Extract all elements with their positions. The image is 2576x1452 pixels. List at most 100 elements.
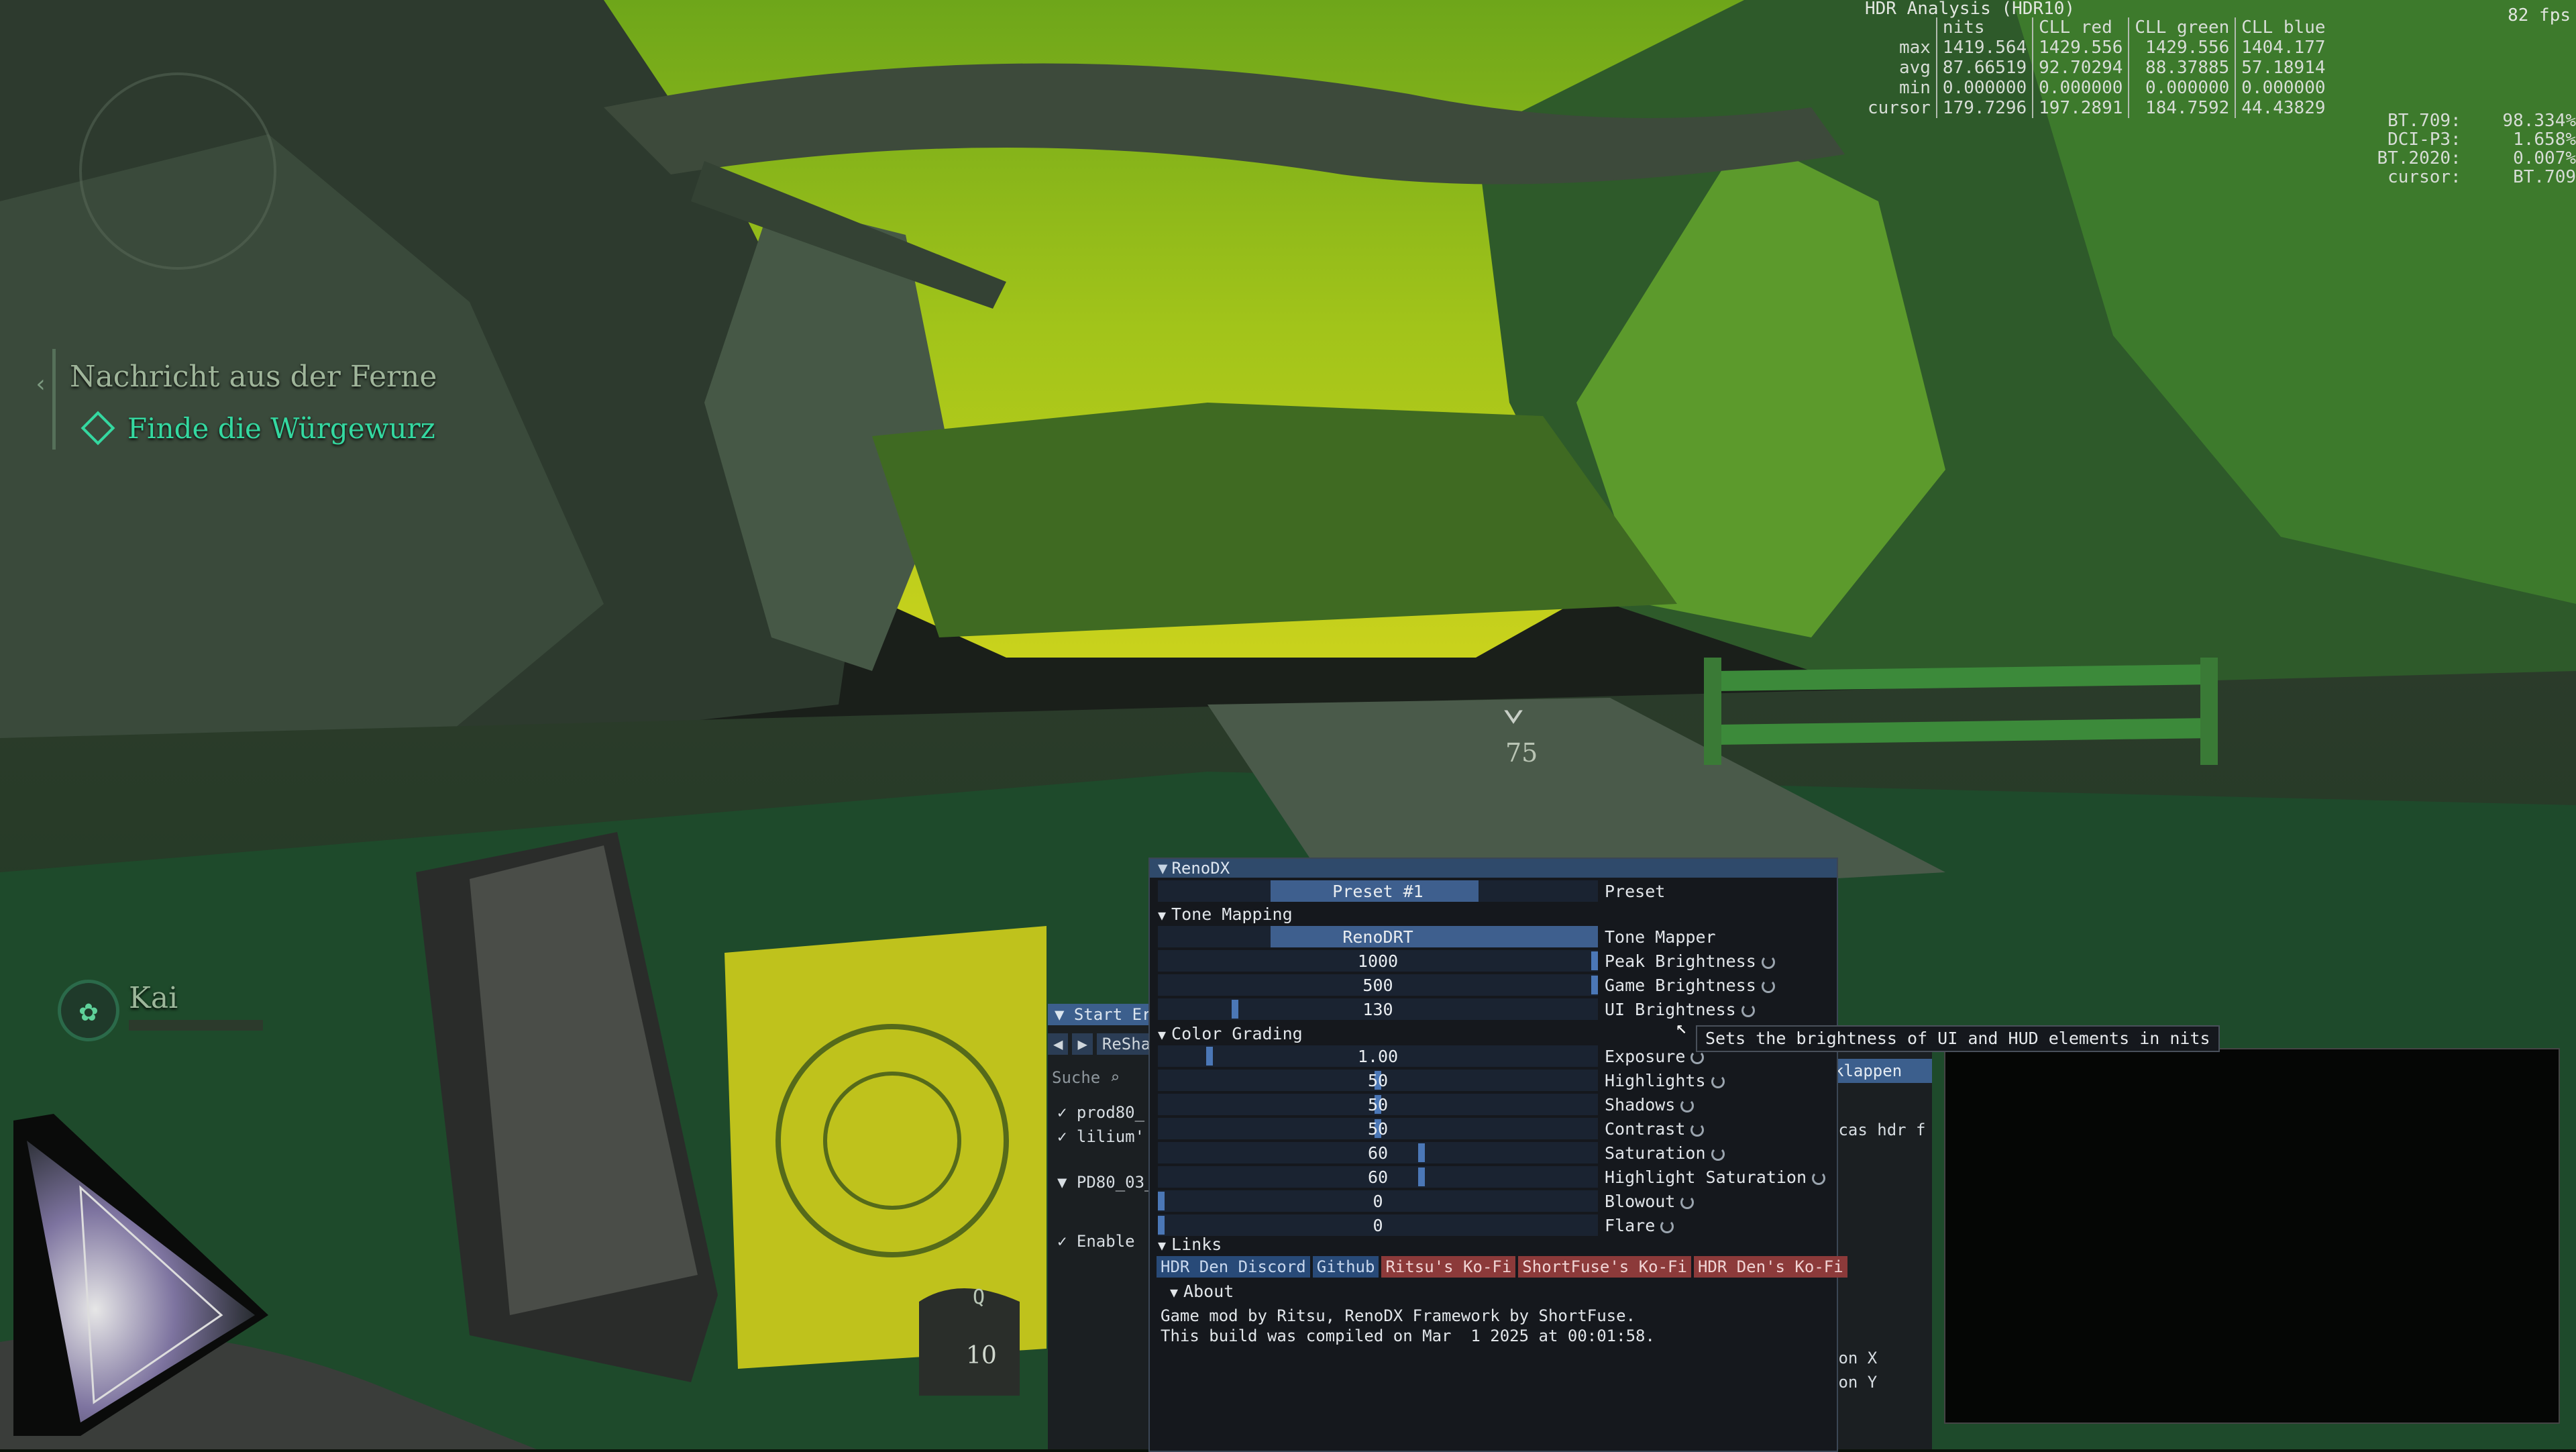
renodx-title: RenoDX [1171,859,1230,878]
setting-label: Flare [1605,1214,1674,1237]
reshade-window[interactable]: ▼ Start Er ◀ ▶ ReSha Suche ⌕ ✓ prod80_ ✓ l… [1048,1004,1157,1449]
effect-item[interactable]: ✓ prod80_ [1057,1103,1144,1122]
link-shortfuse-kofi[interactable]: ShortFuse's Ko-Fi [1518,1256,1691,1278]
checkbox-icon[interactable]: ✓ [1057,1127,1067,1146]
hdr-stats-row: min 0.000000 0.000000 0.000000 0.000000 [1862,78,2331,98]
effect-item[interactable]: ✓ lilium' [1057,1127,1144,1146]
about-text: Game mod by Ritsu, RenoDX Framework by S… [1161,1306,1655,1346]
reset-icon[interactable] [1812,1172,1826,1185]
checkbox-icon[interactable]: ✓ [1057,1232,1067,1251]
about-line: Game mod by Ritsu, RenoDX Framework by S… [1161,1306,1636,1325]
reset-icon[interactable] [1711,1075,1725,1088]
collapse-button[interactable]: klappen [1825,1059,1932,1083]
setting-ui-brightness[interactable]: 130 UI Brightness [1150,998,1837,1021]
quest-objective: Finde die Würgewurz [127,412,435,445]
setting-label: Highlights [1605,1070,1725,1092]
checkbox-icon[interactable]: ✓ [1057,1103,1067,1122]
section-color-grading[interactable]: ▼ Color Grading [1158,1023,1303,1046]
gamut-value: 98.334% [2502,111,2576,131]
expand-icon[interactable]: ▼ [1057,1173,1067,1192]
setting-value: 1000 [1357,951,1399,971]
search-placeholder: Suche [1052,1068,1101,1087]
hdr-cell: 0.000000 [2039,78,2123,98]
quest-collapse-icon[interactable]: ‹ [34,370,48,398]
renodx-window[interactable]: ▼ RenoDX Preset #1 Preset ▼ Tone Mapping R… [1148,858,1847,1452]
reshade-search-input[interactable]: Suche ⌕ [1052,1068,1120,1087]
hdr-cell: 92.70294 [2039,58,2123,78]
effect-item[interactable]: ✓ Enable [1057,1232,1135,1251]
hdr-stats-header: nits CLL red CLL green CLL blue [1862,17,2331,38]
hdr-stats-row: avg 87.66519 92.70294 88.37885 57.18914 [1862,58,2331,78]
setting-contrast[interactable]: 50 Contrast [1150,1118,1837,1141]
reshade-tab[interactable]: ReSha [1096,1033,1157,1055]
section-label: Tone Mapping [1171,904,1293,924]
reset-icon[interactable] [1711,1147,1725,1161]
reshade-title: Start Er [1073,1005,1152,1024]
section-links[interactable]: ▼ Links [1158,1233,1222,1257]
nav-back-icon[interactable]: ◀ [1048,1033,1069,1055]
link-github[interactable]: Github [1312,1256,1379,1278]
gamut-row: DCI-P3: 1.658% [2377,130,2576,149]
setting-label-text: Exposure [1605,1047,1686,1066]
section-about[interactable]: ▼ About [1170,1280,1234,1304]
hdr-stats-row: cursor 179.7296 197.2891 184.7592 44.438… [1862,98,2331,118]
quest-divider [52,349,56,450]
reset-icon[interactable] [1690,1123,1705,1137]
quest-title: Nachricht aus der Ferne [70,360,437,394]
setting-game-brightness[interactable]: 500 Game Brightness [1150,974,1837,997]
link-ritsu-kofi[interactable]: Ritsu's Ko-Fi [1381,1256,1516,1278]
link-hdr-den-discord[interactable]: HDR Den Discord [1157,1256,1310,1278]
setting-highlights[interactable]: 50 Highlights [1150,1070,1837,1092]
reset-icon[interactable] [1680,1196,1695,1209]
setting-tone-mapper[interactable]: RenoDRT Tone Mapper [1150,926,1837,949]
setting-peak-brightness[interactable]: 1000 Peak Brightness [1150,950,1837,973]
reshade-nav: ◀ ▶ ReSha [1048,1033,1160,1055]
setting-value: 500 [1362,976,1393,995]
reset-icon[interactable] [1761,955,1775,969]
expand-icon: ▼ [1170,1284,1179,1300]
gamut-coverage: BT.709: 98.334% DCI-P3: 1.658% BT.2020: … [2377,111,2576,187]
setting-value: RenoDRT [1342,927,1413,947]
hdr-stats-row: max 1419.564 1429.556 1429.556 1404.177 [1862,38,2331,58]
section-label: Links [1171,1235,1222,1254]
hdr-row-label: min [1898,78,1931,98]
quickslot-key: Q [973,1286,985,1309]
setting-highlight-saturation[interactable]: 60 Highlight Saturation [1150,1166,1837,1189]
preset-row[interactable]: Preset #1 Preset [1150,880,1837,903]
setting-value: 130 [1362,1000,1393,1019]
hdr-cell: 57.18914 [2241,58,2326,78]
link-hdr-den-kofi[interactable]: HDR Den's Ko-Fi [1693,1256,1847,1278]
setting-label-text: Flare [1605,1216,1656,1235]
reshade-titlebar[interactable]: ▼ Start Er [1048,1004,1155,1025]
hdr-row-label: avg [1898,58,1931,78]
renodx-titlebar[interactable]: ▼ RenoDX [1150,859,1837,878]
setting-value: 50 [1367,1095,1389,1114]
gamut-row: BT.709: 98.334% [2377,111,2576,130]
param-label: ecas hdr f [1829,1121,1926,1139]
reshade-side-panel: klappen ecas hdr f ion X ion Y [1825,1047,1932,1449]
effect-group[interactable]: ▼ PD80_03_ [1057,1173,1155,1192]
collapse-icon[interactable]: ▼ [1158,859,1167,878]
reset-icon[interactable] [1680,1099,1695,1112]
gamut-label: BT.2020: [2377,148,2461,168]
reset-icon[interactable] [1660,1220,1674,1233]
setting-flare[interactable]: 0 Flare [1150,1214,1837,1237]
setting-label-text: Blowout [1605,1192,1676,1211]
preset-value: Preset #1 [1332,882,1424,901]
reset-icon[interactable] [1690,1051,1705,1064]
nav-forward-icon[interactable]: ▶ [1072,1033,1093,1055]
hdr-cell: 0.000000 [2145,78,2230,98]
setting-blowout[interactable]: 0 Blowout [1150,1190,1837,1213]
setting-shadows[interactable]: 50 Shadows [1150,1094,1837,1117]
search-icon: ⌕ [1110,1068,1120,1087]
setting-label-text: Highlight Saturation [1605,1168,1807,1187]
setting-label: Blowout [1605,1190,1695,1213]
reset-icon[interactable] [1741,1004,1755,1017]
setting-value: 60 [1367,1143,1389,1163]
reset-icon[interactable] [1761,980,1775,993]
section-tone-mapping[interactable]: ▼ Tone Mapping [1158,903,1293,927]
setting-saturation[interactable]: 60 Saturation [1150,1142,1837,1165]
preset-label: Preset [1605,882,1666,901]
setting-label-text: Highlights [1605,1071,1706,1090]
hdr-cell: 1419.564 [1942,38,2027,58]
